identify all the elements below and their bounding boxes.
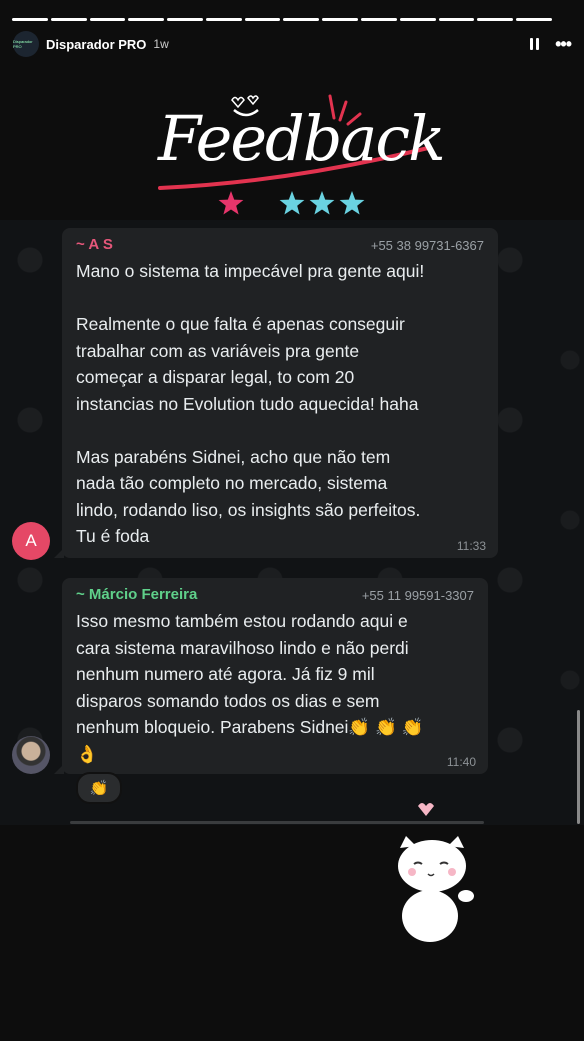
message-sender: ~ A S (76, 236, 113, 253)
avatar: A (12, 522, 50, 560)
star-icon (279, 191, 305, 215)
message-sender: ~ Márcio Ferreira (76, 586, 198, 603)
feedback-banner: Feedback (152, 80, 446, 220)
account-name[interactable]: Disparador PRO (46, 37, 146, 52)
progress-segment (89, 18, 126, 21)
more-options-icon[interactable]: ••• (555, 34, 572, 55)
feedback-title: Feedback (158, 102, 446, 175)
message-time: 11:33 (456, 539, 486, 553)
progress-segment (128, 18, 165, 21)
logo-text: Disparador PRO (13, 39, 33, 49)
message-bubble: ~ Márcio Ferreira +55 11 99591-3307 Isso… (54, 578, 488, 774)
progress-segment (283, 18, 320, 21)
progress-segment (205, 18, 242, 21)
progress-segment (244, 18, 281, 21)
pause-icon[interactable] (530, 38, 540, 50)
message-phone: +55 11 99591-3307 (361, 588, 474, 603)
message-time: 11:40 (446, 755, 476, 769)
progress-segment (516, 18, 552, 21)
message-bubble: ~ A S +55 38 99731-6367 Mano o sistema t… (54, 228, 498, 558)
star-icon (218, 191, 244, 215)
story-header: Disparador PRO Disparador PRO 1w ••• (13, 30, 572, 58)
progress-segment (12, 18, 48, 21)
star-icon (309, 191, 335, 215)
progress-segment (167, 18, 203, 21)
story-progress-bar (12, 18, 552, 21)
message-text: Mano o sistema ta impecável pra gente aq… (76, 261, 425, 546)
avatar (12, 736, 50, 774)
progress-segment (50, 18, 87, 21)
progress-segment (399, 18, 436, 21)
message-text: Isso mesmo também estou rodando aqui e c… (76, 611, 424, 764)
progress-segment (477, 18, 514, 21)
chat-screenshot: ~ A S +55 38 99731-6367 Mano o sistema t… (0, 220, 584, 825)
reaction-badge: 👏 (76, 772, 122, 804)
progress-segment (361, 18, 397, 21)
scrollbar (577, 710, 580, 824)
account-avatar[interactable]: Disparador PRO (13, 31, 39, 57)
star-icon (339, 191, 365, 215)
story-time: 1w (153, 37, 169, 51)
message-phone: +55 38 99731-6367 (370, 238, 484, 253)
cat-sticker-icon (398, 803, 474, 942)
progress-segment (322, 18, 359, 21)
progress-segment (438, 18, 475, 21)
